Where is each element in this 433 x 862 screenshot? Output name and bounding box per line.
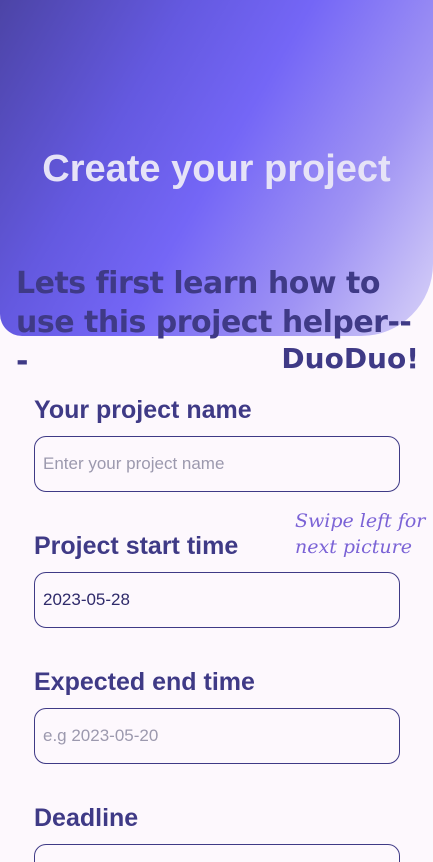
project-name-input[interactable] <box>34 436 400 492</box>
brand-name: DuoDuo! <box>281 342 419 375</box>
start-time-input[interactable] <box>34 572 400 628</box>
start-time-label: Project start time <box>34 532 239 560</box>
deadline-input[interactable] <box>34 844 400 862</box>
end-time-input[interactable] <box>34 708 400 764</box>
project-name-label: Your project name <box>34 396 252 424</box>
create-project-screen: Create your project Lets first learn how… <box>0 0 433 862</box>
swipe-hint: Swipe left for next picture <box>295 510 426 558</box>
deadline-label: Deadline <box>34 804 139 832</box>
page-title: Create your project <box>42 148 391 190</box>
end-time-label: Expected end time <box>34 668 255 696</box>
